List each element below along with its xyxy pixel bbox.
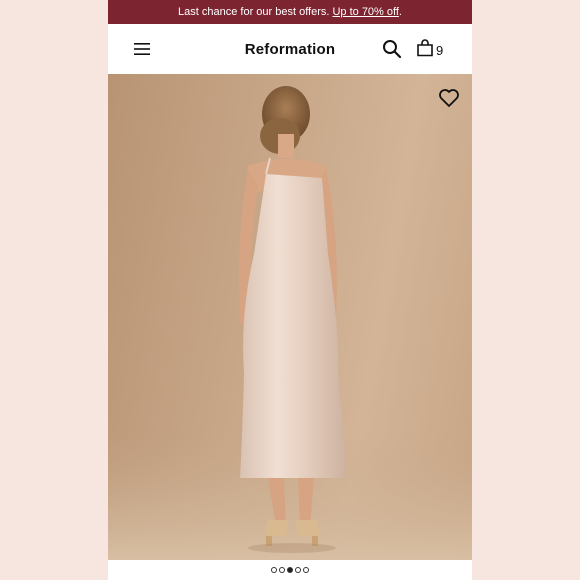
search-icon[interactable] (382, 39, 402, 59)
carousel-dot[interactable] (303, 567, 309, 573)
carousel-dot[interactable] (295, 567, 301, 573)
promo-banner: Last chance for our best offers. Up to 7… (108, 0, 472, 24)
cart-count: 9 (436, 43, 444, 58)
carousel-dot[interactable] (271, 567, 277, 573)
product-photo (108, 86, 472, 560)
carousel-dot[interactable] (279, 567, 285, 573)
menu-icon[interactable] (134, 41, 150, 57)
promo-suffix: . (398, 6, 402, 18)
heart-icon[interactable] (438, 88, 460, 108)
product-image[interactable] (108, 74, 472, 560)
carousel-dot-active[interactable] (287, 567, 293, 573)
cart-button[interactable]: 9 (416, 39, 443, 62)
mobile-viewport: Last chance for our best offers. Up to 7… (108, 0, 472, 580)
site-header: Reformation 9 (108, 24, 472, 74)
promo-text: Last chance for our best offers. (178, 6, 330, 18)
shopping-bag-icon (416, 39, 434, 62)
carousel-indicator (108, 560, 472, 580)
promo-link[interactable]: Up to 70% off (332, 6, 398, 18)
